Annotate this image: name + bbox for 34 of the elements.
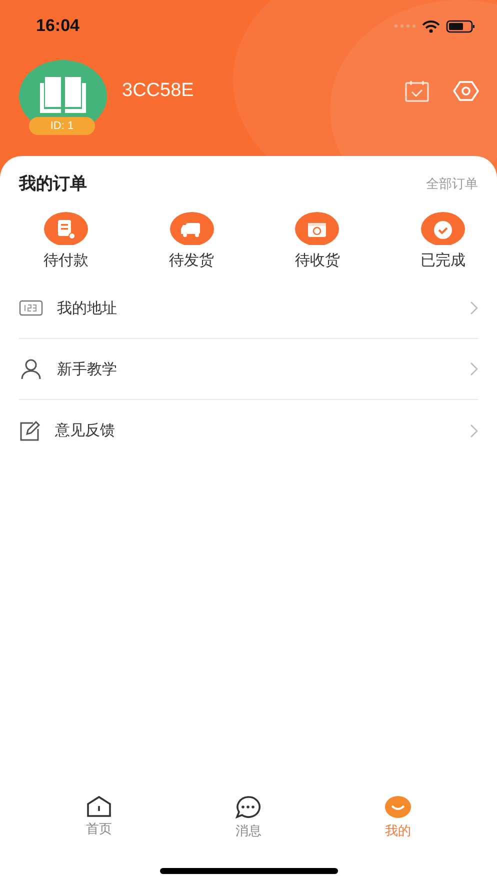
home-icon xyxy=(86,795,112,817)
number-card-icon xyxy=(19,300,43,316)
section-title: 我的订单 xyxy=(19,173,87,195)
tab-item[interactable]: 首页 xyxy=(58,795,139,840)
smiley-icon xyxy=(384,795,412,819)
box-icon xyxy=(295,209,340,245)
chevron-right-icon xyxy=(470,424,478,438)
menu-item[interactable]: 我的地址 xyxy=(19,278,478,339)
clipboard-icon xyxy=(44,209,88,245)
chevron-right-icon xyxy=(470,301,478,315)
menu-item[interactable]: 新手教学 xyxy=(19,339,478,400)
checkmark-icon xyxy=(420,209,465,245)
user-icon xyxy=(19,358,43,380)
menu-label: 我的地址 xyxy=(57,298,118,318)
order-status-button[interactable]: 待付款 xyxy=(31,209,101,270)
tab-item[interactable]: 消息 xyxy=(208,795,288,840)
truck-icon xyxy=(170,209,214,245)
calendar-check-icon[interactable] xyxy=(405,80,429,102)
settings-icon[interactable] xyxy=(453,80,479,102)
menu-label: 意见反馈 xyxy=(55,421,116,440)
menu-label: 新手教学 xyxy=(57,360,118,378)
order-status-button[interactable]: 待发货 xyxy=(156,209,227,270)
id-badge: ID: 1 xyxy=(29,117,95,135)
wifi-icon xyxy=(422,20,440,32)
order-status-button[interactable]: 已完成 xyxy=(408,209,478,270)
status-time: 16:04 xyxy=(36,16,80,36)
chevron-right-icon xyxy=(470,362,478,376)
user-name: 3CC58E xyxy=(122,80,195,102)
menu-item[interactable]: 意见反馈 xyxy=(19,400,478,461)
edit-icon xyxy=(19,420,41,440)
battery-icon xyxy=(446,20,475,32)
signal-icon xyxy=(394,24,416,28)
order-status-button[interactable]: 待收货 xyxy=(282,209,352,270)
chat-icon xyxy=(235,795,262,819)
